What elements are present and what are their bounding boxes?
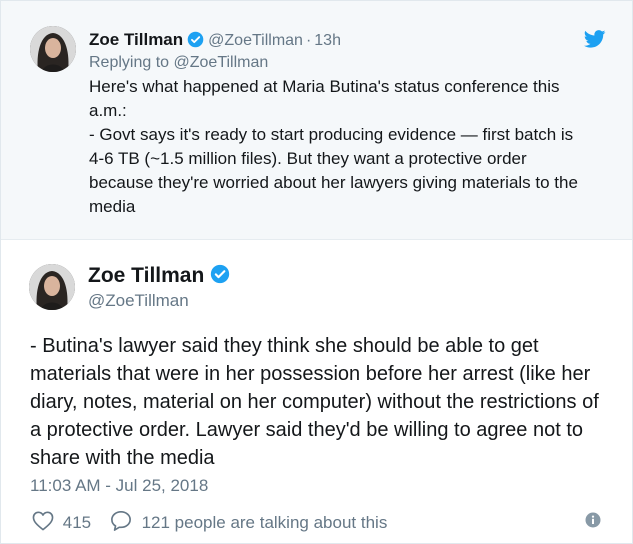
replying-handle-link[interactable]: @ZoeTillman	[174, 54, 269, 71]
verified-badge-icon	[210, 264, 230, 290]
twitter-bird-icon[interactable]	[583, 30, 606, 53]
info-icon[interactable]	[585, 512, 601, 533]
replies-summary[interactable]: 121 people are talking about this	[142, 513, 388, 533]
replying-to: Replying to @ZoeTillman	[89, 54, 268, 72]
tweet-time[interactable]: 13h	[314, 32, 341, 49]
author-handle[interactable]: @ZoeTillman	[88, 291, 189, 311]
reply-bubble-icon[interactable]	[110, 510, 132, 536]
replying-prefix: Replying to	[89, 54, 170, 71]
parent-tweet-text: Here's what happened at Maria Butina's s…	[89, 77, 578, 216]
avatar[interactable]	[29, 264, 75, 310]
author-name[interactable]: Zoe Tillman	[89, 30, 183, 49]
main-tweet-text: - Butina's lawyer said they think she sh…	[30, 335, 599, 469]
main-author-row: Zoe Tillman	[88, 264, 230, 290]
author-name[interactable]: Zoe Tillman	[88, 264, 204, 287]
separator-dot: ·	[305, 32, 312, 49]
heart-icon[interactable]	[32, 511, 54, 536]
likes-count[interactable]: 415	[63, 513, 91, 533]
parent-tweet-header: Zoe Tillman @ZoeTillman · 13h	[89, 30, 341, 53]
parent-tweet[interactable]: Zoe Tillman @ZoeTillman · 13h Replying to @…	[1, 1, 632, 240]
verified-badge-icon	[187, 31, 204, 53]
avatar[interactable]	[30, 26, 76, 72]
tweet-actions: 415 121 people are talking about this	[32, 510, 387, 534]
author-handle[interactable]: @ZoeTillman	[208, 32, 303, 49]
tweet-timestamp[interactable]: 11:03 AM - Jul 25, 2018	[30, 476, 208, 496]
embedded-tweet-card: Zoe Tillman @ZoeTillman · 13h Replying to @…	[0, 0, 633, 544]
